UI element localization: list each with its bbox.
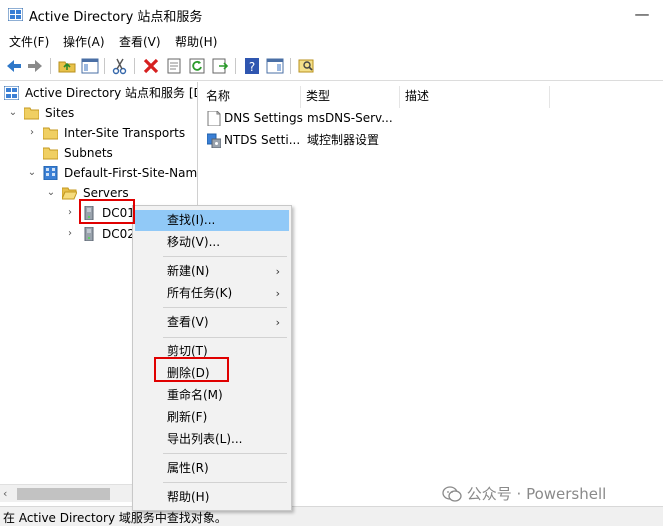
submenu-arrow-icon: ›	[275, 265, 280, 278]
minimize-button[interactable]: —	[627, 3, 657, 25]
menu-item-label: 所有任务(K)	[167, 286, 233, 300]
tree-item-sites[interactable]: ⌄ Sites	[0, 103, 197, 123]
toolbar-separator	[50, 58, 51, 74]
menu-view[interactable]: 查看(V)	[119, 33, 161, 50]
folder-icon	[43, 127, 58, 140]
column-header-description[interactable]: 描述	[400, 86, 550, 108]
site-icon	[43, 166, 58, 180]
list-item-type: 域控制器设置	[307, 133, 380, 147]
menu-item-label: 新建(N)	[167, 264, 210, 278]
menu-item-refresh[interactable]: 刷新(F)	[135, 407, 289, 428]
menu-item-label: 查看(V)	[167, 315, 209, 329]
folder-icon	[43, 147, 58, 160]
tree-item-label: Default-First-Site-Nam	[64, 166, 198, 180]
menu-help[interactable]: 帮助(H)	[175, 33, 217, 50]
chevron-down-icon[interactable]: ⌄	[45, 183, 57, 203]
delete-icon[interactable]	[141, 56, 161, 76]
annotation-box-delete	[154, 357, 229, 382]
menu-item-new[interactable]: 新建(N) ›	[135, 261, 289, 282]
watermark-text: 公众号 · Powershell	[466, 485, 607, 503]
menu-separator	[163, 337, 287, 338]
folder-open-icon	[62, 187, 77, 200]
menu-item-export-list[interactable]: 导出列表(L)...	[135, 429, 289, 450]
watermark: 公众号 · Powershell	[442, 483, 606, 504]
chevron-right-icon[interactable]: ›	[26, 123, 38, 143]
tree-item-label: Inter-Site Transports	[64, 126, 186, 140]
menu-item-all-tasks[interactable]: 所有任务(K) ›	[135, 283, 289, 304]
forward-icon[interactable]	[25, 56, 45, 76]
scrollbar-thumb[interactable]	[17, 488, 110, 500]
up-folder-icon[interactable]	[57, 56, 77, 76]
list-item-name: DNS Settings	[224, 111, 303, 125]
submenu-arrow-icon: ›	[275, 287, 280, 300]
scroll-left-icon[interactable]: ‹	[3, 487, 7, 500]
help-icon[interactable]: ?	[242, 56, 262, 76]
tree-item-label: DC02	[102, 227, 135, 241]
chevron-down-icon[interactable]: ⌄	[26, 163, 38, 183]
submenu-arrow-icon: ›	[275, 316, 280, 329]
tree-item-label: Subnets	[64, 146, 113, 160]
server-icon	[84, 227, 94, 241]
chevron-right-icon[interactable]: ›	[64, 203, 76, 223]
menu-item-properties[interactable]: 属性(R)	[135, 458, 289, 479]
menu-item-rename[interactable]: 重命名(M)	[135, 385, 289, 406]
toolbar-separator	[104, 58, 105, 74]
chevron-right-icon[interactable]: ›	[64, 224, 76, 244]
tree-item-label: Active Directory 站点和服务 [D	[25, 86, 198, 100]
menu-item-move[interactable]: 移动(V)...	[135, 232, 289, 253]
export-list-icon[interactable]	[210, 56, 230, 76]
properties-icon[interactable]	[164, 56, 184, 76]
svg-text:?: ?	[249, 60, 255, 74]
menu-separator	[163, 307, 287, 308]
show-hide-tree-icon[interactable]	[80, 56, 100, 76]
cut-icon[interactable]	[110, 56, 130, 76]
title-bar: Active Directory 站点和服务 —	[0, 0, 663, 29]
ad-sites-icon	[4, 86, 19, 100]
list-item-type: msDNS-Serv...	[307, 111, 393, 125]
toolbar: ?	[0, 53, 663, 81]
wechat-icon	[442, 486, 462, 502]
tree-item-default-site[interactable]: ⌄ Default-First-Site-Nam	[0, 163, 198, 183]
window-title: Active Directory 站点和服务	[29, 10, 203, 25]
folder-icon	[24, 107, 39, 120]
menu-bar: 文件(F) 操作(A) 查看(V) 帮助(H)	[0, 30, 663, 52]
column-header-name[interactable]: 名称	[201, 86, 301, 108]
find-icon[interactable]	[297, 56, 317, 76]
menu-item-view[interactable]: 查看(V) ›	[135, 312, 289, 333]
document-icon	[207, 111, 221, 126]
annotation-box-dc01	[79, 199, 135, 224]
refresh-icon[interactable]	[187, 56, 207, 76]
chevron-down-icon[interactable]: ⌄	[7, 103, 19, 123]
menu-action[interactable]: 操作(A)	[63, 33, 105, 50]
status-text: 在 Active Directory 域服务中查找对象。	[3, 511, 227, 525]
toolbar-separator	[134, 58, 135, 74]
menu-item-help[interactable]: 帮助(H)	[135, 487, 289, 508]
menu-file[interactable]: 文件(F)	[9, 33, 49, 50]
back-icon[interactable]	[4, 56, 24, 76]
list-item[interactable]: DNS Settings msDNS-Serv...	[207, 108, 647, 128]
list-item-name: NTDS Setti...	[224, 133, 301, 147]
menu-separator	[163, 453, 287, 454]
menu-separator	[163, 256, 287, 257]
toolbar-separator	[290, 58, 291, 74]
menu-item-find[interactable]: 查找(I)...	[135, 210, 289, 231]
tree-item-inter-site-transports[interactable]: › Inter-Site Transports	[0, 123, 197, 143]
status-bar: 在 Active Directory 域服务中查找对象。 公众号 · Power…	[0, 485, 663, 526]
tree-item-label: Sites	[45, 106, 75, 120]
tree-item-subnets[interactable]: Subnets	[0, 143, 197, 163]
list-item[interactable]: NTDS Setti... 域控制器设置	[207, 130, 647, 150]
tree-item-root[interactable]: Active Directory 站点和服务 [D	[0, 83, 198, 103]
column-header-type[interactable]: 类型	[301, 86, 400, 108]
toolbar-separator	[235, 58, 236, 74]
ad-sites-app-icon	[8, 8, 23, 21]
action-pane-icon[interactable]	[265, 56, 285, 76]
menu-separator	[163, 482, 287, 483]
ntds-settings-icon	[207, 133, 221, 148]
